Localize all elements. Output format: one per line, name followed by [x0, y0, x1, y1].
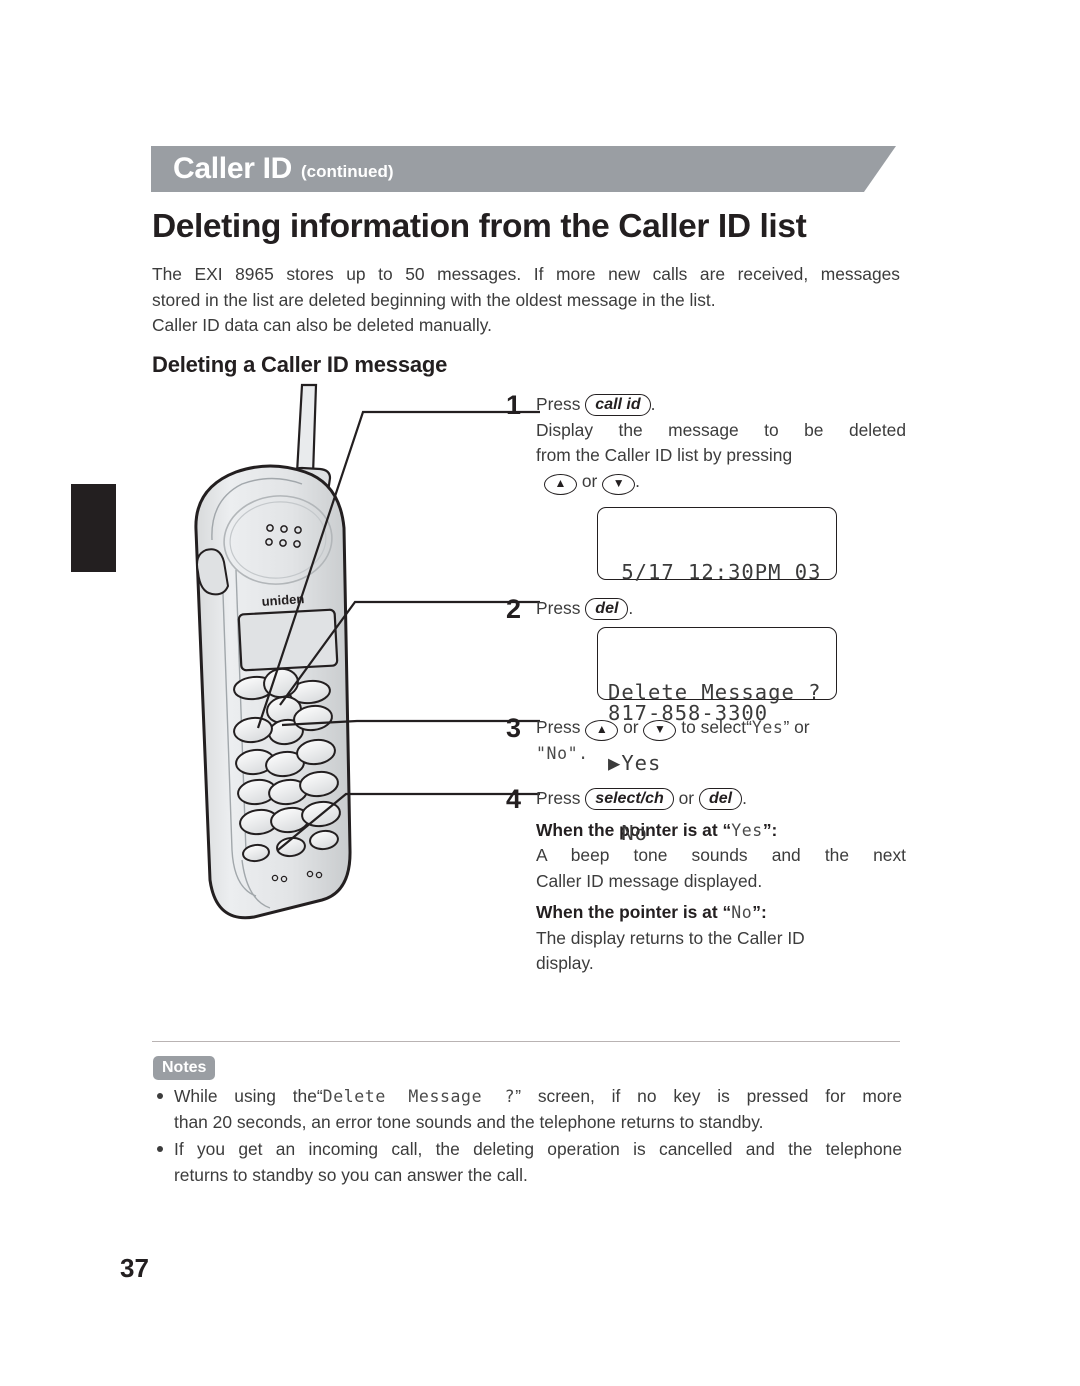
intro-line-1: The EXI 8965 stores up to 50 messages. I…: [152, 264, 900, 284]
press-label: Press: [536, 598, 581, 618]
press-label: Press: [536, 788, 581, 808]
step-1-line-2: Display the message to be deleted: [536, 419, 906, 440]
step-3-number: 3: [506, 713, 522, 743]
up-arrow-key-icon[interactable]: ▲: [544, 473, 577, 495]
quote-close: ”: [515, 1086, 521, 1106]
lcd-2-line-2: ▶Yes: [608, 750, 662, 775]
note-1-line-1: While using the“Delete Message ?” screen…: [174, 1084, 902, 1110]
note-1-post: screen, if no key is pressed for more: [537, 1086, 902, 1106]
lcd-2-line-1: Delete Message ?: [608, 680, 822, 704]
no-case-heading: When the pointer is at “No”:: [536, 902, 767, 922]
page-title: Deleting information from the Caller ID …: [152, 208, 807, 245]
note-item: If you get an incoming call, the deletin…: [152, 1137, 902, 1188]
or-word: or: [581, 470, 598, 491]
notes-divider: [152, 1041, 900, 1042]
colon: :: [760, 902, 767, 922]
lcd-screen-caller-id-record: 5/17 12:30PM 03 UNIDEN CORP 817-858-3300: [597, 507, 837, 725]
lcd-1-line-1: 5/17 12:30PM 03: [608, 560, 822, 584]
chapter-title: Caller ID: [173, 152, 293, 185]
step-1-line-1: Press call id.: [536, 392, 906, 418]
step-1-line-4: ▲ or ▼.: [536, 469, 906, 495]
no-case-line-1: The display returns to the Caller ID: [536, 927, 805, 948]
period: .: [635, 470, 640, 491]
antenna: [295, 383, 318, 477]
lcd-text-delete-message: Delete Message ?: [322, 1087, 516, 1106]
no-case-heading-text: When the pointer is at: [536, 902, 718, 922]
key-call-id[interactable]: call id: [585, 394, 651, 416]
step-1: 1 Press call id. Display the message to …: [506, 392, 906, 495]
manual-page: Caller ID (continued) Deleting informati…: [0, 0, 1080, 1386]
note-2-line-2: returns to standby so you can answer the…: [174, 1164, 528, 1185]
step-4-number: 4: [506, 784, 522, 814]
section-subtitle: Deleting a Caller ID message: [152, 352, 448, 377]
notes-list: While using the“Delete Message ?” screen…: [152, 1084, 902, 1190]
handset-illustration: uniden: [150, 380, 540, 940]
page-number: 37: [120, 1253, 149, 1283]
intro-line-2: stored in the list are deleted beginning…: [152, 289, 716, 310]
note-1-line-2: than 20 seconds, an error tone sounds an…: [174, 1111, 764, 1132]
note-item: While using the“Delete Message ?” screen…: [152, 1084, 902, 1135]
intro-line-3: Caller ID data can also be deleted manua…: [152, 315, 492, 335]
step-1-number: 1: [506, 390, 522, 420]
lcd-screen-delete-confirm: Delete Message ? ▶Yes No: [597, 627, 837, 845]
chapter-banner: Caller ID (continued): [151, 146, 896, 192]
no-case-line-2: display.: [536, 953, 594, 973]
bullet-icon: [157, 1146, 163, 1152]
step-1-line-3: from the Caller ID list by pressing: [536, 445, 793, 465]
chapter-continued-label: (continued): [301, 162, 394, 181]
bullet-icon: [157, 1093, 163, 1099]
note-2-line-1: If you get an incoming call, the deletin…: [174, 1139, 902, 1159]
press-label: Press: [536, 394, 581, 414]
lcd-2-line-3: No: [608, 821, 649, 845]
intro-paragraph: The EXI 8965 stores up to 50 messages. I…: [152, 262, 900, 339]
thumb-index-tab: [71, 484, 116, 572]
lcd-word-no: No: [731, 903, 753, 922]
banner-label-group: Caller ID (continued): [173, 146, 394, 192]
step-1-body: Press call id. Display the message to be…: [536, 392, 906, 495]
down-arrow-key-icon[interactable]: ▼: [602, 473, 636, 495]
press-label: Press: [536, 717, 581, 737]
period: .: [650, 394, 656, 414]
step-2-number: 2: [506, 594, 522, 624]
notes-badge: Notes: [153, 1056, 216, 1080]
note-1-pre: While using the: [174, 1086, 317, 1106]
